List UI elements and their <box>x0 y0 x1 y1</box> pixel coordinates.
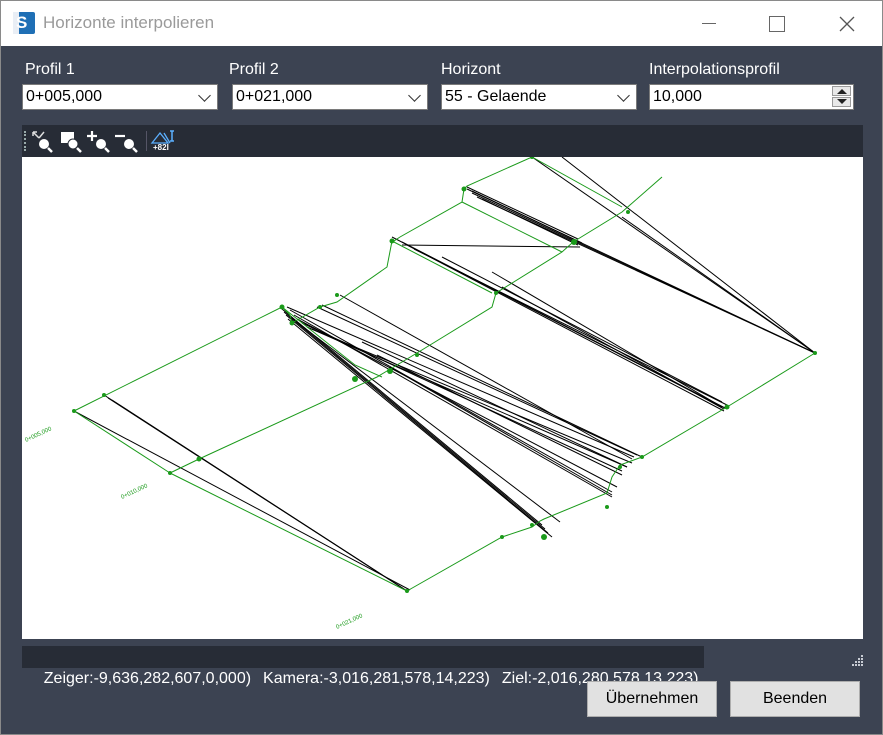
interpolationsprofil-value: 10,000 <box>653 88 702 105</box>
profil2-select[interactable]: 0+021,000 <box>232 84 428 110</box>
view-3d-icon[interactable]: +82I <box>150 129 178 153</box>
profile-label-start: 0+005,000 <box>24 426 53 444</box>
horizont-select[interactable]: 55 - Gelaende <box>441 84 637 110</box>
view-toolbar: +82I <box>22 125 863 157</box>
horizont-value: 55 - Gelaende <box>445 88 547 105</box>
profil2-label: Profil 2 <box>229 61 279 78</box>
chevron-down-icon <box>617 89 630 102</box>
status-bar: Zeiger:-9,636,282,607,0,000) Kamera:-3,01… <box>22 646 705 687</box>
title-bar: S Horizonte interpolieren <box>1 1 882 46</box>
profile-label-mid: 0+010,000 <box>120 483 149 501</box>
status-kamera: Kamera:-3,016,281,578,14,223) <box>263 670 490 687</box>
status-zeiger: Zeiger:-9,636,282,607,0,000) <box>43 670 252 687</box>
zoom-out-icon[interactable] <box>114 129 138 153</box>
interpolationsprofil-label: Interpolationsprofil <box>649 61 780 78</box>
app-logo-icon: S <box>13 12 35 34</box>
minimize-button[interactable] <box>686 1 732 46</box>
close-window-button[interactable] <box>824 1 870 46</box>
toolbar-separator <box>146 131 147 151</box>
profile-lines <box>73 157 816 592</box>
toolbar-grip[interactable] <box>24 131 29 151</box>
maximize-button[interactable] <box>754 1 800 46</box>
close-button[interactable]: Beenden <box>730 681 860 717</box>
profil2-value: 0+021,000 <box>236 88 313 105</box>
apply-button[interactable]: Übernehmen <box>587 681 717 717</box>
zoom-in-icon[interactable] <box>86 129 110 153</box>
horizont-label: Horizont <box>441 61 501 78</box>
profile-drawing: 0+005,000 0+010,000 0+021,000 <box>24 157 817 631</box>
interpolationsprofil-spinner[interactable]: 10,000 <box>649 84 854 110</box>
dialog-window: S Horizonte interpolieren Profil 1 0+005… <box>0 0 883 735</box>
spin-down-button[interactable] <box>832 97 851 107</box>
zoom-window-icon[interactable] <box>58 129 82 153</box>
profil1-label: Profil 1 <box>25 61 75 78</box>
close-icon <box>839 16 855 31</box>
view-3d-label: +82I <box>153 143 169 152</box>
horizon-lines <box>73 157 816 592</box>
profil1-select[interactable]: 0+005,000 <box>22 84 218 110</box>
chevron-down-icon <box>198 89 211 102</box>
chevron-down-icon <box>408 89 421 102</box>
spin-up-button[interactable] <box>832 86 851 96</box>
profil1-value: 0+005,000 <box>26 88 103 105</box>
3d-viewport[interactable]: 0+005,000 0+010,000 0+021,000 <box>22 157 863 639</box>
resize-grip-icon[interactable] <box>852 654 864 666</box>
profile-label-end: 0+021,000 <box>335 613 364 631</box>
window-title: Horizonte interpolieren <box>43 13 215 32</box>
zoom-extents-icon[interactable] <box>30 129 54 153</box>
